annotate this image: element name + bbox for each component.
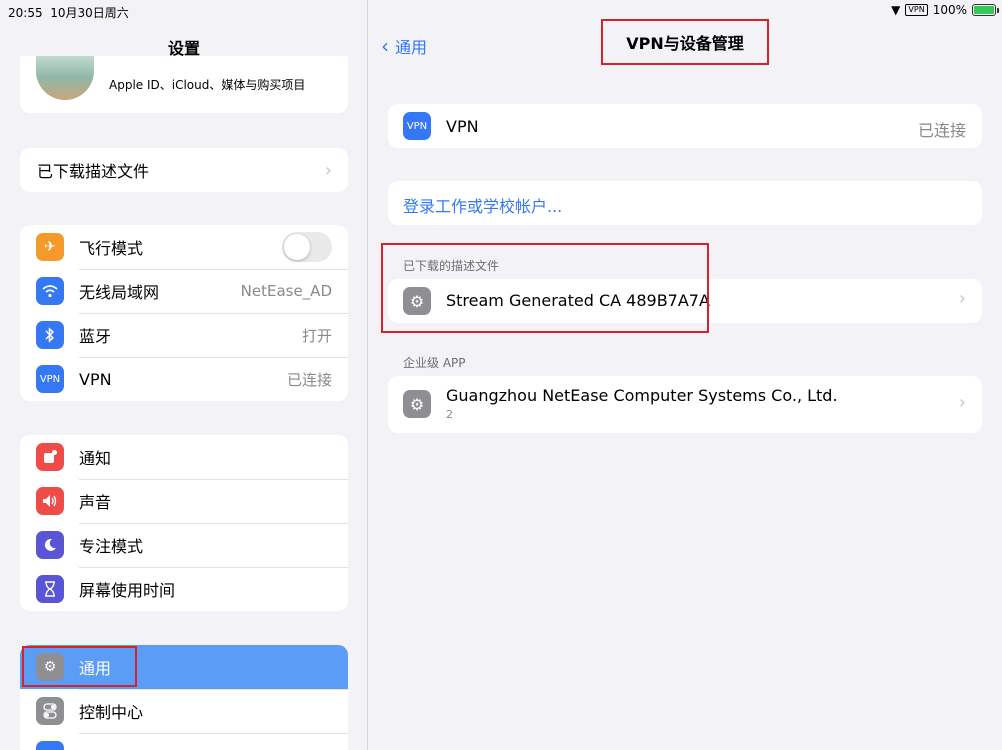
enterprise-app-header: 企业级 APP	[403, 356, 466, 370]
avatar	[36, 50, 94, 100]
status-bar: 20:55 10月30日周六 ▼ VPN 100%	[0, 0, 1002, 22]
sidebar-item-bluetooth[interactable]: 蓝牙 打开	[20, 313, 348, 357]
sidebar-item-screen-time[interactable]: 屏幕使用时间	[20, 567, 348, 611]
main-panel: ‹ 通用 VPN与设备管理 VPN VPN 已连接 登录工作或学校帐户... 已…	[369, 0, 1002, 750]
sidebar-title: 设置	[0, 22, 367, 58]
enterprise-name: Guangzhou NetEase Computer Systems Co., …	[446, 386, 838, 405]
vpn-icon: VPN	[36, 365, 64, 393]
chevron-left-icon: ‹	[381, 34, 389, 58]
hourglass-icon	[36, 575, 64, 603]
highlight-box-profile	[381, 243, 709, 333]
airplane-icon: ✈	[36, 233, 64, 261]
enterprise-app-count: 2	[446, 408, 453, 421]
bluetooth-icon	[36, 321, 64, 349]
sidebar-item-focus[interactable]: 专注模式	[20, 523, 348, 567]
sidebar-item-control-center[interactable]: 控制中心	[20, 689, 348, 733]
vpn-status-badge: VPN	[905, 4, 928, 16]
page-title: VPN与设备管理	[601, 19, 769, 65]
wifi-status-icon: ▼	[891, 3, 901, 17]
signin-link[interactable]: 登录工作或学校帐户...	[403, 193, 562, 217]
downloaded-profile-group: 已下载描述文件 ›	[20, 148, 348, 192]
gear-icon: ⚙	[403, 390, 431, 418]
sidebar-item-downloaded-profile[interactable]: 已下载描述文件 ›	[20, 148, 348, 192]
sidebar-item-partial[interactable]	[20, 733, 348, 750]
vpn-status: 已连接	[917, 121, 966, 140]
vpn-icon: VPN	[403, 112, 431, 140]
battery-icon	[972, 4, 999, 16]
apple-id-label: Apple ID、iCloud、媒体与购买项目	[109, 78, 306, 92]
switch-icon	[36, 697, 64, 725]
sound-icon	[36, 487, 64, 515]
notifications-group: 通知 声音 专注模式 屏幕使用时间	[20, 435, 348, 611]
enterprise-app-row[interactable]: ⚙ Guangzhou NetEase Computer Systems Co.…	[388, 376, 982, 433]
bluetooth-value: 打开	[301, 326, 332, 345]
chevron-right-icon: ›	[958, 392, 966, 413]
vpn-value: 已连接	[286, 370, 332, 389]
sidebar-item-sounds[interactable]: 声音	[20, 479, 348, 523]
battery-percent: 100%	[932, 3, 967, 17]
sidebar-item-notifications[interactable]: 通知	[20, 435, 348, 479]
wifi-icon	[36, 277, 64, 305]
chevron-right-icon: ›	[324, 159, 332, 181]
sidebar: Apple ID、iCloud、媒体与购买项目 设置 已下载描述文件 › ✈ 飞…	[0, 0, 368, 750]
status-time-date: 20:55 10月30日周六	[8, 6, 129, 20]
moon-icon	[36, 531, 64, 559]
display-icon	[36, 741, 64, 750]
vpn-row[interactable]: VPN VPN 已连接	[388, 104, 982, 148]
notification-icon	[36, 443, 64, 471]
sidebar-item-airplane-mode[interactable]: ✈ 飞行模式	[20, 225, 348, 269]
sidebar-item-vpn[interactable]: VPN VPN 已连接	[20, 357, 348, 401]
connectivity-group: ✈ 飞行模式 无线局域网 NetEase_AD 蓝牙 打开 VPN VPN 已连…	[20, 225, 348, 401]
signin-row[interactable]: 登录工作或学校帐户...	[388, 181, 982, 225]
chevron-right-icon: ›	[958, 288, 966, 309]
back-button[interactable]: ‹ 通用	[381, 34, 427, 58]
airplane-mode-toggle[interactable]	[282, 232, 332, 262]
sidebar-item-wifi[interactable]: 无线局域网 NetEase_AD	[20, 269, 348, 313]
wifi-network-value: NetEase_AD	[240, 282, 332, 300]
highlight-box-general	[22, 646, 137, 687]
